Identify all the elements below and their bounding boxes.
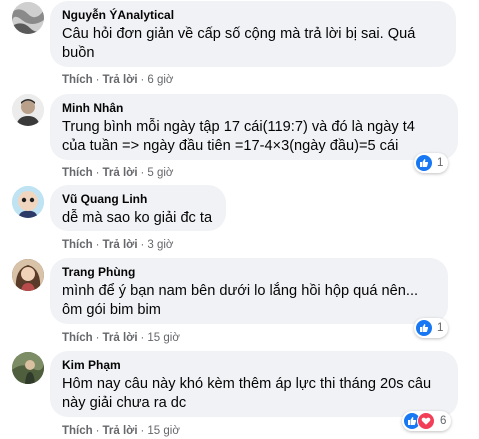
like-reaction-icon [416,155,432,171]
reaction-count: 1 [437,157,444,169]
comment-author[interactable]: Minh Nhân [62,101,446,116]
user-avatar-icon [12,259,44,291]
avatar[interactable] [12,352,44,384]
user-avatar-icon [12,186,44,218]
reaction-summary[interactable]: 1 [414,318,449,338]
comment-bubble: Vũ Quang Linh dễ mà sao ko giải đc ta [50,185,226,231]
comment-actions: Thích · Trả lời · 15 giờ [62,332,180,344]
reply-button[interactable]: Trả lời [103,167,138,179]
like-button[interactable]: Thích [62,332,93,344]
comment-timestamp[interactable]: 6 giờ [147,74,173,86]
comment-actions: Thích · Trả lời · 5 giờ [62,167,174,179]
comment-bubble: Trang Phùng mình để ý bạn nam bên dưới l… [50,258,448,324]
comment-author[interactable]: Nguyễn ÝAnalytical [62,8,444,23]
reaction-summary[interactable]: 1 [414,153,449,173]
comment-text: dễ mà sao ko giải đc ta [62,210,213,226]
like-button[interactable]: Thích [62,74,93,86]
comment-timestamp[interactable]: 5 giờ [147,167,173,179]
love-reaction-icon [417,412,435,430]
user-avatar-icon [12,94,44,126]
comment-actions: Thích · Trả lời · 6 giờ [62,74,174,86]
like-button[interactable]: Thích [62,239,93,251]
like-button[interactable]: Thích [62,167,93,179]
comment-bubble: Minh Nhân Trung bình mỗi ngày tập 17 cái… [50,94,458,160]
avatar[interactable] [12,186,44,218]
like-button[interactable]: Thích [62,425,93,437]
comment-text: mình để ý bạn nam bên dưới lo lắng hồi h… [62,283,419,318]
comment-timestamp[interactable]: 15 giờ [147,332,179,344]
comment-actions: Thích · Trả lời · 3 giờ [62,239,174,251]
avatar[interactable] [12,259,44,291]
reply-button[interactable]: Trả lời [103,425,138,437]
avatar[interactable] [12,2,44,34]
comment-bubble: Nguyễn ÝAnalytical Câu hỏi đơn giản về c… [50,1,456,67]
comment-actions: Thích · Trả lời · 15 giờ [62,425,180,437]
like-reaction-icon [416,320,432,336]
reply-button[interactable]: Trả lời [103,239,138,251]
comment-timestamp[interactable]: 15 giờ [147,425,179,437]
reply-button[interactable]: Trả lời [103,74,138,86]
comment-author[interactable]: Kim Phạm [62,358,446,373]
comment-bubble: Kim Phạm Hôm nay câu này khó kèm thêm áp… [50,351,458,417]
reaction-count: 6 [440,415,447,427]
reply-button[interactable]: Trả lời [103,332,138,344]
user-avatar-icon [12,2,44,34]
comment-author[interactable]: Trang Phùng [62,265,436,280]
comment-text: Trung bình mỗi ngày tập 17 cái(119:7) và… [62,119,415,154]
user-avatar-icon [12,352,44,384]
comment-author[interactable]: Vũ Quang Linh [62,192,214,207]
reaction-count: 1 [437,322,444,334]
comment-text: Hôm nay câu này khó kèm thêm áp lực thi … [62,376,432,411]
comment-timestamp[interactable]: 3 giờ [147,239,173,251]
avatar[interactable] [12,94,44,126]
comment-text: Câu hỏi đơn giản về cấp số cộng mà trả l… [62,26,416,61]
reaction-summary[interactable]: 6 [402,411,452,431]
